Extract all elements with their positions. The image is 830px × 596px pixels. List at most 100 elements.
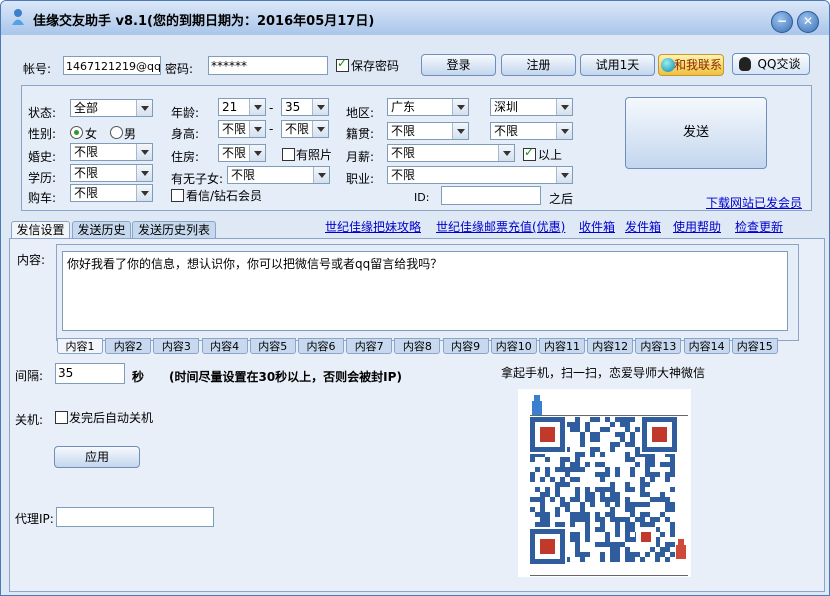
id-input[interactable] (441, 186, 541, 205)
shutdown-label: 关机: (15, 413, 44, 427)
send-button[interactable]: 发送 (625, 97, 767, 169)
salary-label: 月薪: (346, 150, 375, 164)
content-tab-12[interactable]: 内容12 (587, 338, 634, 354)
marriage-select[interactable]: 不限 (70, 143, 153, 161)
contact-me-label: 和我联系 (673, 58, 722, 72)
origin-province-select[interactable]: 不限 (387, 122, 469, 140)
age-label: 年龄: (171, 106, 200, 120)
interval-hint: (时间尽量设置在30秒以上，否则会被封IP) (169, 370, 402, 384)
save-password-checkbox[interactable] (336, 56, 349, 72)
education-select[interactable]: 不限 (70, 164, 153, 182)
qr-code-image (518, 389, 691, 577)
job-select[interactable]: 不限 (387, 166, 573, 184)
city-select[interactable]: 深圳 (490, 98, 573, 116)
tab-send-history-list[interactable]: 发送历史列表 (132, 221, 216, 239)
title-bar[interactable]: 佳缘交友助手 v8.1(您的到期日期为：2016年05月17日) − ✕ (1, 1, 829, 35)
tab-send-history[interactable]: 发送历史 (72, 221, 131, 239)
vip-label: 看信/钻石会员 (186, 189, 263, 203)
gender-male-label: 男 (124, 127, 137, 141)
content-tab-8[interactable]: 内容8 (394, 338, 441, 354)
above-label: 以上 (538, 148, 563, 162)
content-tab-6[interactable]: 内容6 (298, 338, 344, 354)
content-tab-4[interactable]: 内容4 (201, 338, 248, 354)
has-photo-checkbox[interactable] (282, 148, 295, 161)
height-label: 身高: (171, 127, 200, 141)
content-tab-15[interactable]: 内容15 (731, 338, 778, 354)
register-button[interactable]: 注册 (501, 54, 576, 76)
gender-female-radio[interactable] (70, 126, 83, 139)
height-dash: - (269, 122, 274, 136)
password-input[interactable]: ****** (208, 56, 328, 75)
has-photo-label: 有照片 (296, 148, 333, 162)
vip-checkbox[interactable] (171, 189, 184, 202)
login-button[interactable]: 登录 (421, 54, 496, 76)
gender-male-radio[interactable] (110, 126, 123, 139)
password-label: 密码: (165, 62, 194, 76)
minimize-button[interactable]: − (771, 11, 793, 33)
contact-icon (661, 58, 675, 72)
content-tab-7[interactable]: 内容7 (346, 338, 393, 354)
salary-select[interactable]: 不限 (387, 144, 515, 162)
gender-female-label: 女 (85, 127, 98, 141)
interval-label: 间隔: (15, 369, 44, 383)
proxy-ip-label: 代理IP: (15, 512, 54, 526)
car-label: 购车: (28, 191, 57, 205)
auto-shutdown-label: 发完后自动关机 (69, 411, 154, 425)
apply-button[interactable]: 应用 (54, 446, 140, 468)
interval-input[interactable]: 35 (55, 363, 125, 384)
qr-caption: 拿起手机，扫一扫，恋爱导师大神微信 (501, 366, 706, 380)
above-checkbox[interactable] (523, 145, 536, 161)
origin-city-select[interactable]: 不限 (490, 122, 573, 140)
link-dating-guide[interactable]: 世纪佳缘把妹攻略 (325, 218, 421, 235)
tab-send-settings[interactable]: 发信设置 (11, 221, 70, 239)
contact-me-button[interactable]: 和我联系 (658, 54, 724, 76)
save-password-label: 保存密码 (351, 59, 400, 73)
app-window: 佳缘交友助手 v8.1(您的到期日期为：2016年05月17日) − ✕ 帐号:… (0, 0, 830, 596)
qq-penguin-icon (739, 57, 751, 71)
education-label: 学历: (28, 171, 57, 185)
content-tab-9[interactable]: 内容9 (442, 338, 489, 354)
status-select[interactable]: 全部 (70, 99, 153, 117)
proxy-ip-input[interactable] (56, 507, 214, 527)
content-tab-2[interactable]: 内容2 (105, 338, 152, 354)
account-label: 帐号: (23, 62, 52, 76)
children-select[interactable]: 不限 (227, 166, 330, 184)
age-from-select[interactable]: 21 (218, 98, 266, 116)
content-tab-3[interactable]: 内容3 (153, 338, 200, 354)
content-tab-1[interactable]: 内容1 (57, 338, 103, 354)
link-stamp-recharge[interactable]: 世纪佳缘邮票充值(优惠) (436, 218, 565, 235)
link-inbox[interactable]: 收件箱 (579, 218, 615, 235)
account-input[interactable]: 1467121219@qq.com (63, 56, 161, 75)
age-dash: - (269, 101, 274, 115)
close-button[interactable]: ✕ (797, 11, 819, 33)
window-title: 佳缘交友助手 v8.1(您的到期日期为：2016年05月17日) (33, 14, 375, 29)
region-label: 地区: (346, 106, 375, 120)
link-outbox[interactable]: 发件箱 (625, 218, 661, 235)
content-tab-5[interactable]: 内容5 (249, 338, 296, 354)
status-label: 状态: (28, 106, 57, 120)
content-tab-10[interactable]: 内容10 (490, 338, 537, 354)
download-members-link[interactable]: 下载网站已发会员 (706, 194, 802, 211)
content-tab-11[interactable]: 内容11 (539, 338, 585, 354)
trial-button[interactable]: 试用1天 (580, 54, 655, 76)
content-label: 内容: (17, 253, 46, 267)
female-figure-icon (678, 539, 684, 545)
content-tab-13[interactable]: 内容13 (635, 338, 682, 354)
auto-shutdown-checkbox[interactable] (55, 411, 68, 424)
age-to-select[interactable]: 35 (281, 98, 329, 116)
app-logo-icon (12, 9, 24, 25)
height-from-select[interactable]: 不限 (218, 120, 266, 138)
wechat-qr-graphic (528, 395, 688, 576)
province-select[interactable]: 广东 (387, 98, 469, 116)
link-help[interactable]: 使用帮助 (673, 218, 721, 235)
content-tab-14[interactable]: 内容14 (683, 338, 730, 354)
qq-chat-button[interactable]: QQ交谈 (732, 53, 810, 75)
link-check-update[interactable]: 检查更新 (735, 218, 783, 235)
interval-unit: 秒 (132, 370, 145, 384)
id-label: ID: (414, 191, 430, 204)
job-label: 职业: (346, 172, 375, 186)
housing-select[interactable]: 不限 (218, 144, 266, 162)
content-textarea[interactable]: 你好我看了你的信息，想认识你，你可以把微信号或者qq留言给我吗？ (62, 251, 788, 331)
car-select[interactable]: 不限 (70, 184, 153, 202)
height-to-select[interactable]: 不限 (281, 120, 329, 138)
